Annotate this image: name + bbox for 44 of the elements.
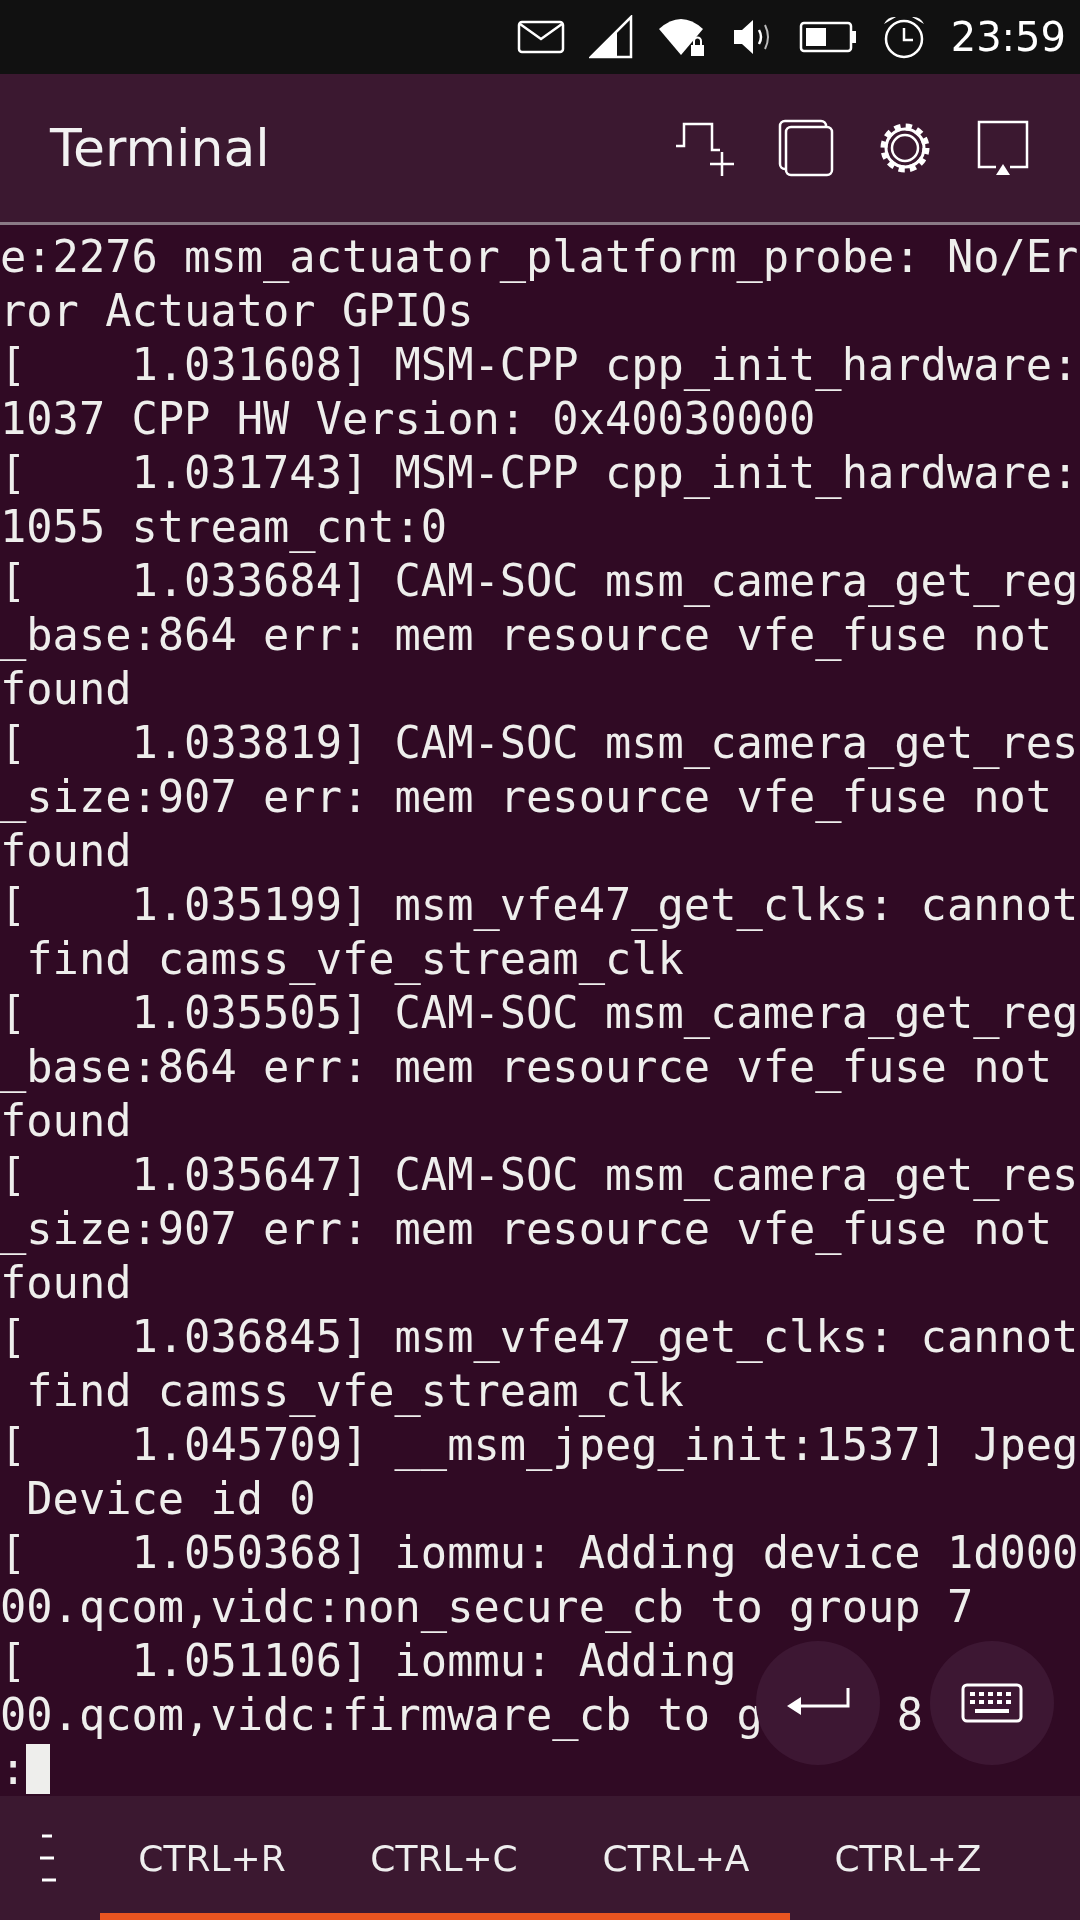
new-tab-icon[interactable] — [674, 120, 736, 177]
terminal-line: [ 1.035505] CAM-SOC msm_camera_get_reg — [0, 986, 1079, 1041]
app-title: Terminal — [50, 118, 270, 179]
terminal-line: [ 1.051106] iommu: Adding — [0, 1634, 737, 1689]
terminal-line: [ 1.035199] msm_vfe47_get_clks: cannot — [0, 878, 1079, 933]
terminal-line: [ 1.031743] MSM-CPP cpp_init_hardware: — [0, 446, 1079, 501]
terminal-line: _size:907 err: mem resource vfe_fuse not — [0, 1202, 1053, 1257]
terminal-line: found — [0, 662, 132, 717]
terminal-line: [ 1.033819] CAM-SOC msm_camera_get_res — [0, 716, 1079, 771]
shortcut-key[interactable]: CTRL+Z — [792, 1827, 1024, 1889]
terminal-line: [ 1.035647] CAM-SOC msm_camera_get_res — [0, 1148, 1079, 1203]
clock-time: 23:59 — [950, 14, 1066, 61]
terminal-line: _base:864 err: mem resource vfe_fuse not — [0, 608, 1053, 663]
terminal-line: _base:864 err: mem resource vfe_fuse not — [0, 1040, 1053, 1095]
terminal-text: 8 — [896, 1688, 924, 1743]
tabs-icon[interactable] — [778, 119, 834, 178]
terminal-line: ror Actuator GPIOs — [0, 284, 474, 339]
screen-share-icon[interactable] — [976, 119, 1030, 178]
battery-icon — [798, 20, 857, 55]
terminal-line: e:2276 msm_actuator_platform_probe: No/Er — [0, 230, 1079, 285]
terminal-line: find camss_vfe_stream_clk — [25, 1364, 684, 1419]
terminal-line: 1037 CPP HW Version: 0x40030000 — [0, 392, 816, 447]
shortcut-key[interactable]: CTRL+R — [96, 1827, 328, 1889]
terminal-line: 00.qcom,vidc:non_secure_cb to group 7 — [0, 1580, 974, 1635]
keyboard-icon — [961, 1683, 1023, 1724]
terminal-line: Device id 0 — [25, 1472, 316, 1527]
terminal-line: [ 1.031608] MSM-CPP cpp_init_hardware: — [0, 338, 1079, 393]
terminal-line: find camss_vfe_stream_clk — [25, 932, 684, 987]
signal-icon — [588, 15, 633, 60]
terminal-line: 1055 stream_cnt:0 — [0, 500, 448, 555]
prompt: : — [0, 1742, 27, 1797]
terminal-line: [ 1.033684] CAM-SOC msm_camera_get_reg — [0, 554, 1079, 609]
menu-icon[interactable] — [38, 1834, 58, 1883]
terminal-line: found — [0, 824, 132, 879]
mail-icon — [516, 20, 565, 55]
text-cursor — [26, 1744, 51, 1795]
shortcut-key[interactable]: CTRL+C — [328, 1827, 560, 1889]
terminal-line: [ 1.050368] iommu: Adding device 1d000 — [0, 1526, 1079, 1581]
terminal-line: found — [0, 1256, 132, 1311]
terminal-line: _size:907 err: mem resource vfe_fuse not — [0, 770, 1053, 825]
terminal-line: [ 1.036845] msm_vfe47_get_clks: cannot — [0, 1310, 1079, 1365]
terminal-line: [ 1.045709] __msm_jpeg_init:1537] Jpeg — [0, 1418, 1079, 1473]
shortcut-key[interactable]: CTRL+A — [560, 1827, 792, 1889]
terminal-line: found — [0, 1094, 132, 1149]
